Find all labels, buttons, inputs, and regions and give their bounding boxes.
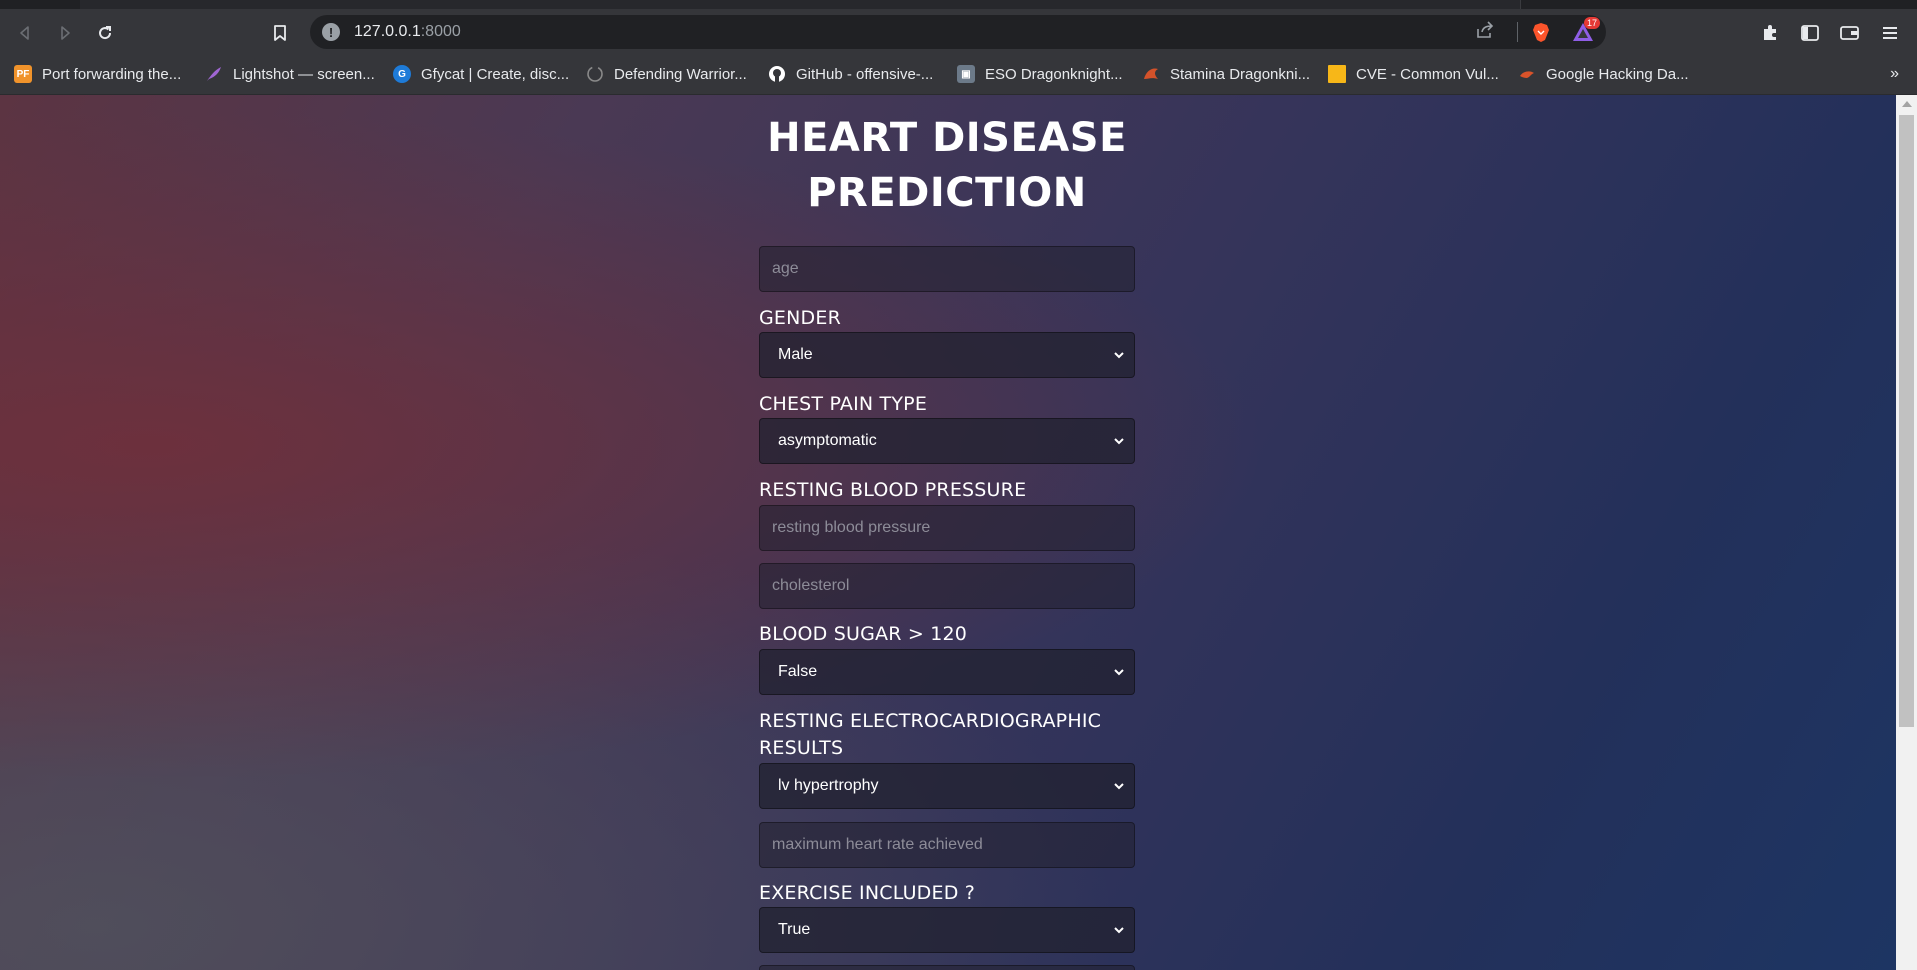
chevron-down-icon xyxy=(1114,352,1124,359)
next-input-partial[interactable] xyxy=(759,965,1135,970)
back-button[interactable] xyxy=(12,20,38,46)
chest-pain-select[interactable]: asymptomatic xyxy=(759,418,1135,464)
scrollbar-thumb[interactable] xyxy=(1899,115,1914,727)
tab[interactable] xyxy=(80,0,201,9)
tab-strip xyxy=(0,0,1917,9)
circle-icon xyxy=(586,65,604,83)
feather-icon xyxy=(205,65,223,83)
gender-label: GENDER xyxy=(759,307,841,329)
tab[interactable] xyxy=(1280,0,1401,9)
ecg-selected-value: lv hypertrophy xyxy=(778,777,879,794)
gender-select[interactable]: Male xyxy=(759,332,1135,378)
exercise-label: EXERCISE INCLUDED ? xyxy=(759,882,976,904)
bookmark-label: Stamina Dragonkni... xyxy=(1170,65,1311,83)
bookmark-item[interactable]: G Gfycat | Create, disc... xyxy=(393,54,569,94)
chevron-down-icon xyxy=(1114,783,1124,790)
blood-sugar-label: BLOOD SUGAR > 120 xyxy=(759,623,968,645)
blood-sugar-select[interactable]: False xyxy=(759,649,1135,695)
tab[interactable] xyxy=(800,0,921,9)
eso-icon: ▣ xyxy=(957,65,975,83)
menu-icon[interactable] xyxy=(1877,20,1903,46)
ghdb-icon xyxy=(1518,65,1536,83)
reload-icon xyxy=(99,26,112,40)
bookmark-item[interactable]: Lightshot — screen... xyxy=(205,54,375,94)
brave-shields-icon[interactable] xyxy=(1532,22,1550,42)
bookmark-item[interactable]: Defending Warrior... xyxy=(586,54,747,94)
bookmark-label: Port forwarding the... xyxy=(42,65,182,83)
bookmark-label: ESO Dragonknight... xyxy=(985,65,1123,83)
blood-pressure-label: RESTING BLOOD PRESSURE xyxy=(759,479,1027,501)
tab[interactable] xyxy=(920,0,1041,9)
tab[interactable] xyxy=(200,0,321,9)
address-bar[interactable]: ! 127.0.0.1:8000 17 xyxy=(310,15,1606,49)
chevron-down-icon xyxy=(1114,927,1124,934)
blood-pressure-input[interactable] xyxy=(759,505,1135,551)
bookmark-label: Defending Warrior... xyxy=(614,65,747,83)
bookmark-item[interactable]: Google Hacking Da... xyxy=(1518,54,1689,94)
reload-button[interactable] xyxy=(92,20,118,46)
wallet-icon[interactable] xyxy=(1837,20,1863,46)
cholesterol-input[interactable] xyxy=(759,563,1135,609)
tab[interactable] xyxy=(560,0,681,9)
bookmark-item[interactable]: GitHub - offensive-... xyxy=(768,54,933,94)
age-input[interactable] xyxy=(759,246,1135,292)
tab[interactable] xyxy=(1160,0,1281,9)
bookmark-label: GitHub - offensive-... xyxy=(796,65,934,83)
url-port: :8000 xyxy=(420,23,461,40)
tab[interactable] xyxy=(440,0,561,9)
scroll-up-arrow-icon[interactable] xyxy=(1902,101,1912,107)
pf-icon: PF xyxy=(14,65,32,83)
forward-button[interactable] xyxy=(52,20,78,46)
bookmark-label: Lightshot — screen... xyxy=(233,65,375,83)
bookmarks-bar: PF Port forwarding the... Lightshot — sc… xyxy=(0,54,1917,95)
github-icon xyxy=(768,65,786,83)
bookmark-item[interactable]: CVE - Common Vul... xyxy=(1328,54,1499,94)
bookmark-label: Google Hacking Da... xyxy=(1546,65,1689,83)
browser-toolbar: ! 127.0.0.1:8000 17 xyxy=(0,9,1917,54)
bookmark-label: CVE - Common Vul... xyxy=(1356,65,1499,83)
bookmark-label: Gfycat | Create, disc... xyxy=(421,65,570,83)
page-title: HEART DISEASE PREDICTION xyxy=(767,115,1127,216)
brave-rewards-icon[interactable]: 17 xyxy=(1572,17,1600,42)
gender-selected-value: Male xyxy=(778,346,813,363)
bookmark-icon xyxy=(274,25,286,41)
bookmark-item[interactable]: ▣ ESO Dragonknight... xyxy=(957,54,1123,94)
ecg-label: RESTING ELECTROCARDIOGRAPHIC RESULTS xyxy=(759,710,1102,759)
bookmark-item[interactable]: PF Port forwarding the... xyxy=(14,54,181,94)
bookmarks-overflow-button[interactable]: » xyxy=(1890,54,1899,94)
page-viewport: HEART DISEASE PREDICTION GENDER Male CHE… xyxy=(0,95,1896,970)
ecg-select[interactable]: lv hypertrophy xyxy=(759,763,1135,809)
back-arrow-icon xyxy=(20,26,29,40)
chevron-down-icon xyxy=(1114,669,1124,676)
omnibox-separator xyxy=(1517,22,1518,42)
share-icon[interactable] xyxy=(1475,20,1495,44)
tab[interactable] xyxy=(680,0,801,9)
extension-icons xyxy=(1757,20,1917,46)
chest-pain-selected-value: asymptomatic xyxy=(778,432,877,449)
tab[interactable] xyxy=(320,0,441,9)
forward-arrow-icon xyxy=(61,26,70,40)
exercise-selected-value: True xyxy=(778,921,811,938)
page-scrollbar[interactable] xyxy=(1896,95,1917,970)
chevron-down-icon xyxy=(1114,438,1124,445)
max-heart-rate-input[interactable] xyxy=(759,822,1135,868)
cve-icon xyxy=(1328,65,1346,83)
gfycat-icon: G xyxy=(393,65,411,83)
site-info-icon[interactable]: ! xyxy=(322,23,340,41)
tab[interactable] xyxy=(1400,0,1521,9)
dragon-icon xyxy=(1142,65,1160,83)
extensions-puzzle-icon[interactable] xyxy=(1757,20,1783,46)
rewards-badge: 17 xyxy=(1583,17,1600,29)
url-host: 127.0.0.1 xyxy=(354,23,421,40)
exercise-select[interactable]: True xyxy=(759,907,1135,953)
sidebar-toggle-icon[interactable] xyxy=(1797,20,1823,46)
chest-pain-label: CHEST PAIN TYPE xyxy=(759,393,928,415)
tab[interactable] xyxy=(1040,0,1161,9)
bookmark-page-button[interactable] xyxy=(267,20,293,46)
bookmark-item[interactable]: Stamina Dragonkni... xyxy=(1142,54,1310,94)
blood-sugar-selected-value: False xyxy=(778,663,818,680)
